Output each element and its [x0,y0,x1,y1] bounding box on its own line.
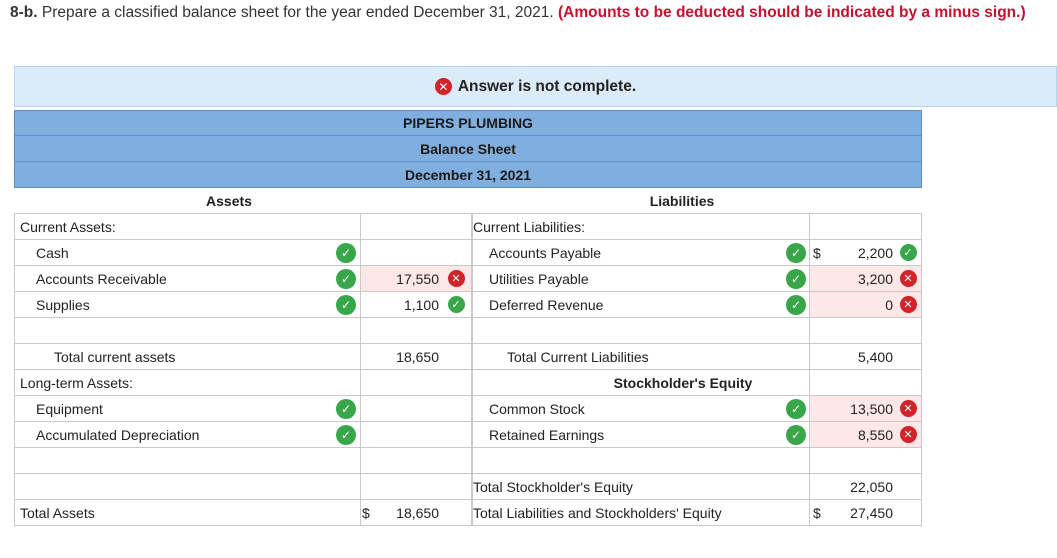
asset-currency: $ [362,504,370,521]
sheet-row: Cash ✓ Accounts Payable ✓ 2,200 $ ✓ [14,240,922,266]
check-circle-icon: ✓ [783,266,809,291]
asset-amount-field[interactable] [360,396,472,421]
asset-amount-field[interactable]: 18,650 [360,500,472,525]
question-instruction: (Amounts to be deducted should be indica… [558,4,1026,21]
check-circle-icon: ✓ [783,240,809,265]
x-circle-icon: ✕ [897,292,919,317]
liability-label[interactable]: Total Stockholder's Equity [473,474,803,499]
sheet-row [14,318,922,344]
question-number: 8-b. [10,4,38,21]
check-circle-icon: ✓ [332,422,360,447]
liability-amount: 8,550 [857,426,893,443]
liability-label[interactable]: Accounts Payable [473,240,803,265]
asset-label[interactable]: Supplies [20,292,340,317]
liability-label[interactable] [473,318,803,343]
asset-label[interactable]: Long-term Assets: [20,370,340,395]
asset-amount-field[interactable] [360,422,472,447]
asset-amount-field[interactable] [360,318,472,343]
asset-label[interactable]: Accounts Receivable [20,266,340,291]
x-circle-icon: ✕ [445,266,467,291]
asset-amount: 18,650 [396,504,439,521]
check-circle-icon: ✓ [332,240,360,265]
sheet-row: Total Stockholder's Equity 22,050 [14,474,922,500]
asset-label[interactable] [20,448,340,473]
liability-amount: 0 [885,296,893,313]
sheet-rows: Current Assets: Current Liabilities: Cash ✓… [14,214,922,526]
liability-label[interactable]: Retained Earnings [473,422,803,447]
asset-label[interactable]: Cash [20,240,340,265]
company-name: PIPERS PLUMBING [14,110,922,136]
asset-amount: 1,100 [403,296,439,313]
asset-label[interactable] [20,318,340,343]
status-banner: ✕ Answer is not complete. [14,66,1057,107]
question-prompt: Prepare a classified balance sheet for t… [37,4,558,21]
sheet-row: Accounts Receivable ✓ 17,550 ✕ Utilities Pay… [14,266,922,292]
asset-amount: 17,550 [396,270,439,287]
liability-currency: $ [813,244,821,261]
sheet-row: Current Assets: Current Liabilities: [14,214,922,240]
liability-amount-field[interactable] [809,318,922,343]
check-circle-icon: ✓ [897,240,919,265]
sheet-row: Supplies ✓ 1,100 ✓ Deferred Revenue ✓ 0 ✕ [14,292,922,318]
liability-currency: $ [813,504,821,521]
x-circle-icon: ✕ [897,422,919,447]
liability-label[interactable] [473,448,803,473]
check-circle-icon: ✓ [445,292,467,317]
asset-label[interactable]: Total current assets [20,344,340,369]
liability-label[interactable]: Current Liabilities: [473,214,803,239]
x-circle-icon: ✕ [434,78,452,95]
liability-amount-field[interactable]: 22,050 [809,474,922,499]
liability-amount: 2,200 [857,244,893,261]
asset-label[interactable]: Accumulated Depreciation [20,422,340,447]
liability-amount-field[interactable] [809,214,922,239]
liability-amount: 13,500 [850,400,893,417]
sheet-row: Total Assets 18,650 $ Total Liabilities and… [14,500,922,526]
liability-amount: 22,050 [850,478,893,495]
liability-amount: 27,450 [850,504,893,521]
liability-label[interactable]: Total Current Liabilities [473,344,803,369]
liability-amount: 3,200 [857,270,893,287]
check-circle-icon: ✓ [332,396,360,421]
sheet-row: Long-term Assets: Stockholder's Equity [14,370,922,396]
asset-amount-field[interactable] [360,240,472,265]
sheet-row [14,448,922,474]
statement-date: December 31, 2021 [14,162,922,188]
liability-label[interactable]: Deferred Revenue [473,292,803,317]
check-circle-icon: ✓ [332,292,360,317]
sheet-row: Equipment ✓ Common Stock ✓ 13,500 ✕ [14,396,922,422]
liability-label[interactable]: Total Liabilities and Stockholders' Equi… [473,500,803,525]
statement-title: Balance Sheet [14,136,922,162]
liability-label[interactable]: Common Stock [473,396,803,421]
liability-label[interactable]: Utilities Payable [473,266,803,291]
balance-sheet: PIPERS PLUMBING Balance Sheet December 3… [14,110,922,526]
asset-label[interactable]: Total Assets [20,500,340,525]
asset-label[interactable]: Current Assets: [20,214,340,239]
asset-amount-field[interactable] [360,370,472,395]
liability-amount-field[interactable] [809,448,922,473]
liabilities-header: Liabilities [649,192,715,209]
liability-amount-field[interactable]: 5,400 [809,344,922,369]
sheet-row: Accumulated Depreciation ✓ Retained Earnin… [14,422,922,448]
question-text: 8-b. Prepare a classified balance sheet … [10,3,1050,23]
asset-amount-field[interactable] [360,474,472,499]
asset-label[interactable] [20,474,340,499]
column-headers: Assets Liabilities [14,188,922,214]
check-circle-icon: ✓ [783,422,809,447]
liability-amount: 5,400 [857,348,893,365]
liability-amount-field[interactable] [809,370,922,395]
assets-header: Assets [206,192,252,209]
asset-amount-field[interactable] [360,448,472,473]
check-circle-icon: ✓ [783,396,809,421]
asset-amount-field[interactable]: 18,650 [360,344,472,369]
asset-amount: 18,650 [396,348,439,365]
sheet-row: Total current assets 18,650 Total Current … [14,344,922,370]
x-circle-icon: ✕ [897,266,919,291]
check-circle-icon: ✓ [783,292,809,317]
x-circle-icon: ✕ [897,396,919,421]
asset-label[interactable]: Equipment [20,396,340,421]
asset-amount-field[interactable] [360,214,472,239]
status-message: Answer is not complete. [457,77,637,95]
check-circle-icon: ✓ [332,266,360,291]
